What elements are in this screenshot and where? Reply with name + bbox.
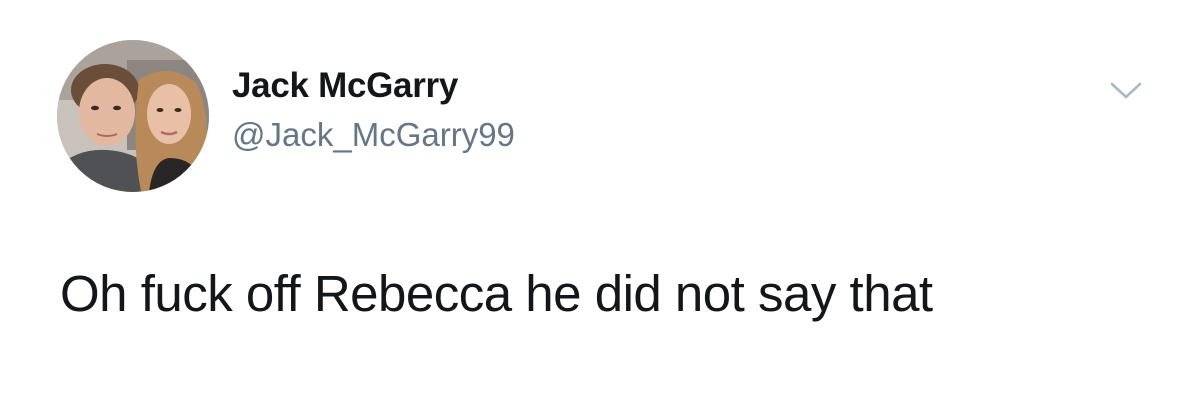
tweet-text: Oh fuck off Rebecca he did not say that [60, 265, 933, 322]
chevron-down-icon [1110, 82, 1142, 99]
tweet-menu-button[interactable] [1107, 77, 1145, 103]
avatar[interactable] [57, 40, 209, 192]
author-display-name[interactable]: Jack McGarry [232, 66, 458, 106]
author-handle[interactable]: @Jack_McGarry99 [232, 115, 515, 155]
avatar-photo-icon [57, 40, 209, 192]
tweet-card: Jack McGarry @Jack_McGarry99 Oh fuck off… [0, 0, 1200, 404]
